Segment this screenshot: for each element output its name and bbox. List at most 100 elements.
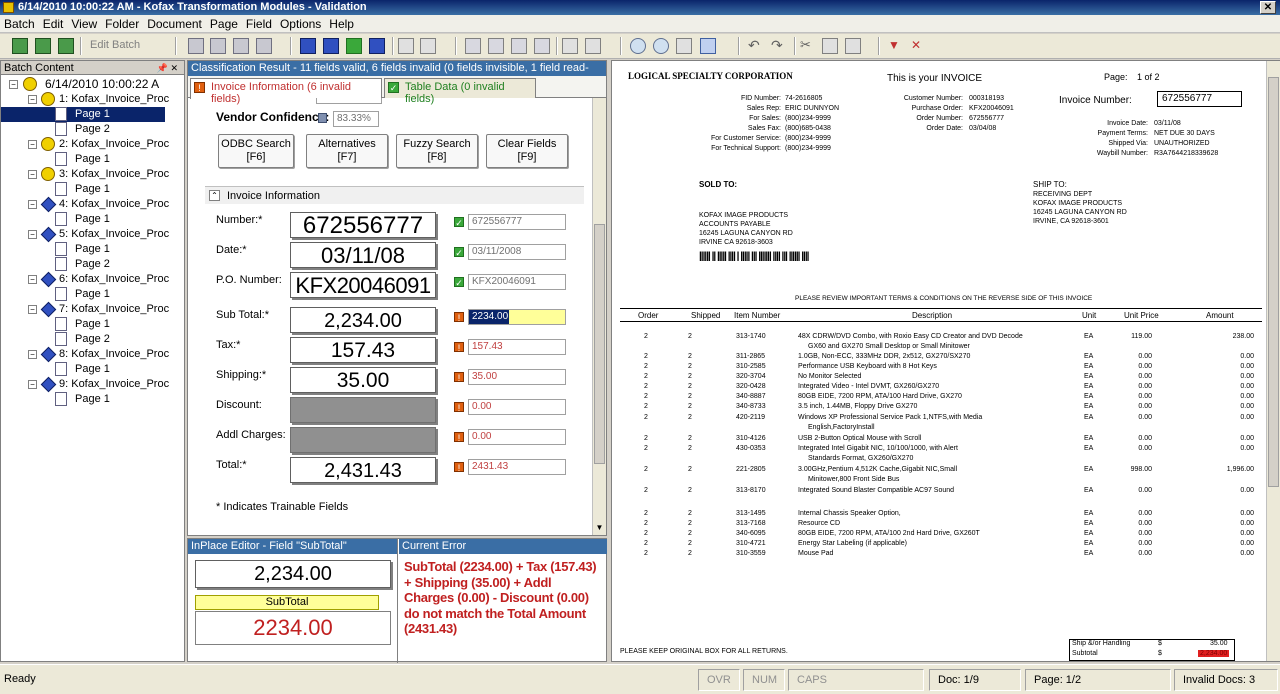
collapse-icon[interactable]: − xyxy=(28,170,37,179)
collapse-icon[interactable]: − xyxy=(28,350,37,359)
invoice-image[interactable]: LOGICAL SPECIALTY CORPORATION This is yo… xyxy=(612,61,1266,661)
tree-page[interactable]: Page 2 xyxy=(1,122,165,137)
field-value-input[interactable]: 35.00 xyxy=(468,369,566,385)
document-valid-icon[interactable] xyxy=(346,38,362,54)
odbc-search-button[interactable]: ODBC Search [F6] xyxy=(218,134,294,168)
tree-page[interactable]: Page 1 xyxy=(1,362,165,377)
tree-page[interactable]: Page 1 xyxy=(1,182,165,197)
collapse-icon[interactable]: − xyxy=(9,80,18,89)
tab-invoice-information[interactable]: ! Invoice Information (6 invalid fields) xyxy=(190,78,382,105)
tree-document[interactable]: − 8: Kofax_Invoice_Proc xyxy=(1,346,171,363)
menu-options[interactable]: Options xyxy=(276,15,325,33)
first-page-icon[interactable] xyxy=(465,38,481,54)
tree-batch-root[interactable]: − 6/14/2010 10:00:22 A xyxy=(5,77,180,92)
redo-icon[interactable]: ↷ xyxy=(771,38,787,54)
filter-clear-icon[interactable]: ✕ xyxy=(911,38,927,54)
tree-document[interactable]: − 7: Kofax_Invoice_Proc xyxy=(1,301,171,318)
invoice-information-section[interactable]: ⌃ Invoice Information xyxy=(205,186,584,204)
tree-document[interactable]: − 3: Kofax_Invoice_Proc xyxy=(1,167,171,182)
document-icon[interactable] xyxy=(300,38,316,54)
field-snippet[interactable]: 2,431.43 xyxy=(290,457,436,483)
tree-page[interactable]: Page 1 xyxy=(1,392,165,407)
vertical-scrollbar[interactable]: ▼ xyxy=(592,98,606,535)
tree-page[interactable]: Page 1 xyxy=(1,242,165,257)
document-prev-icon[interactable] xyxy=(323,38,339,54)
tree-document[interactable]: − 2: Kofax_Invoice_Proc xyxy=(1,137,171,152)
tree-document[interactable]: − 6: Kofax_Invoice_Proc xyxy=(1,271,171,288)
paste-icon[interactable] xyxy=(845,38,861,54)
field-value-input[interactable]: 2431.43 xyxy=(468,459,566,475)
field-value-input[interactable]: KFX20046091 xyxy=(468,274,566,290)
tree-document[interactable]: − 1: Kofax_Invoice_Proc xyxy=(1,92,171,107)
menu-field[interactable]: Field xyxy=(242,15,276,33)
zoom-in-icon[interactable] xyxy=(630,38,646,54)
last-page-icon[interactable] xyxy=(534,38,550,54)
field-add-icon[interactable] xyxy=(398,38,414,54)
menu-document[interactable]: Document xyxy=(143,15,206,33)
field-value-input[interactable]: 2234.00 xyxy=(468,309,566,325)
collapse-icon[interactable]: − xyxy=(28,305,37,314)
field-snippet[interactable]: 157.43 xyxy=(290,337,436,363)
clear-fields-button[interactable]: Clear Fields [F9] xyxy=(486,134,568,168)
tab-table-data[interactable]: ✓ Table Data (0 invalid fields) xyxy=(384,78,536,105)
field-snippet[interactable]: 35.00 xyxy=(290,367,436,393)
zoom-select-icon[interactable] xyxy=(700,38,716,54)
field-snippet[interactable]: 03/11/08 xyxy=(290,242,436,268)
zoom-fit-icon[interactable] xyxy=(676,38,692,54)
collapse-icon[interactable]: − xyxy=(28,95,37,104)
tree-page[interactable]: Page 1 xyxy=(1,212,165,227)
undo-icon[interactable]: ↶ xyxy=(748,38,764,54)
tree-document[interactable]: − 5: Kofax_Invoice_Proc xyxy=(1,226,171,243)
menu-folder[interactable]: Folder xyxy=(101,15,143,33)
collapse-icon[interactable]: − xyxy=(28,380,37,389)
page-split-icon[interactable] xyxy=(210,38,226,54)
rotate-icon[interactable] xyxy=(562,38,578,54)
collapse-icon[interactable]: ⌃ xyxy=(209,190,220,201)
menu-view[interactable]: View xyxy=(67,15,101,33)
fit-icon[interactable] xyxy=(585,38,601,54)
prev-page-icon[interactable] xyxy=(488,38,504,54)
field-snippet[interactable]: KFX20046091 xyxy=(290,272,436,298)
batch-open-icon[interactable] xyxy=(35,38,51,54)
close-button[interactable]: ✕ xyxy=(1260,1,1276,14)
batch-close-icon[interactable] xyxy=(58,38,74,54)
copy-icon[interactable] xyxy=(822,38,838,54)
filter-icon[interactable]: ▼ xyxy=(888,38,904,54)
field-value-input[interactable]: 03/11/2008 xyxy=(468,244,566,260)
pin-close-icon[interactable]: 📌 ✕ xyxy=(157,61,178,75)
tree-page[interactable]: Page 1 xyxy=(1,287,165,302)
field-edit-icon[interactable] xyxy=(420,38,436,54)
image-scrollbar[interactable] xyxy=(1266,61,1280,661)
field-snippet[interactable] xyxy=(290,427,436,453)
batch-icon[interactable] xyxy=(12,38,28,54)
tree-page[interactable]: Page 1 xyxy=(1,107,165,122)
field-value-input[interactable]: 0.00 xyxy=(468,399,566,415)
field-snippet[interactable]: 672556777 xyxy=(290,212,436,239)
menu-batch[interactable]: Batch xyxy=(0,15,39,33)
cut-icon[interactable]: ✂ xyxy=(800,38,816,54)
tree-page[interactable]: Page 1 xyxy=(1,317,165,332)
next-page-icon[interactable] xyxy=(511,38,527,54)
tree-document[interactable]: − 9: Kofax_Invoice_Proc xyxy=(1,376,171,393)
collapse-icon[interactable]: − xyxy=(28,200,37,209)
fuzzy-search-button[interactable]: Fuzzy Search [F8] xyxy=(396,134,478,168)
field-value-input[interactable]: 0.00 xyxy=(468,429,566,445)
field-snippet[interactable] xyxy=(290,397,436,423)
tree-page[interactable]: Page 1 xyxy=(1,152,165,167)
tree-document[interactable]: − 4: Kofax_Invoice_Proc xyxy=(1,196,171,213)
menu-help[interactable]: Help xyxy=(325,15,358,33)
menu-page[interactable]: Page xyxy=(206,15,242,33)
tree-page[interactable]: Page 2 xyxy=(1,257,165,272)
field-value-input[interactable]: 672556777 xyxy=(468,214,566,230)
page-merge-icon[interactable] xyxy=(233,38,249,54)
page-delete-icon[interactable] xyxy=(256,38,272,54)
field-value-input[interactable]: 157.43 xyxy=(468,339,566,355)
collapse-icon[interactable]: − xyxy=(28,275,37,284)
edit-batch-button[interactable]: Edit Batch xyxy=(90,39,140,51)
collapse-icon[interactable]: − xyxy=(28,140,37,149)
inplace-value-input[interactable]: 2234.00 xyxy=(195,611,391,645)
document-next-icon[interactable] xyxy=(369,38,385,54)
menu-edit[interactable]: Edit xyxy=(39,15,68,33)
collapse-icon[interactable]: − xyxy=(28,230,37,239)
page-icon[interactable] xyxy=(188,38,204,54)
